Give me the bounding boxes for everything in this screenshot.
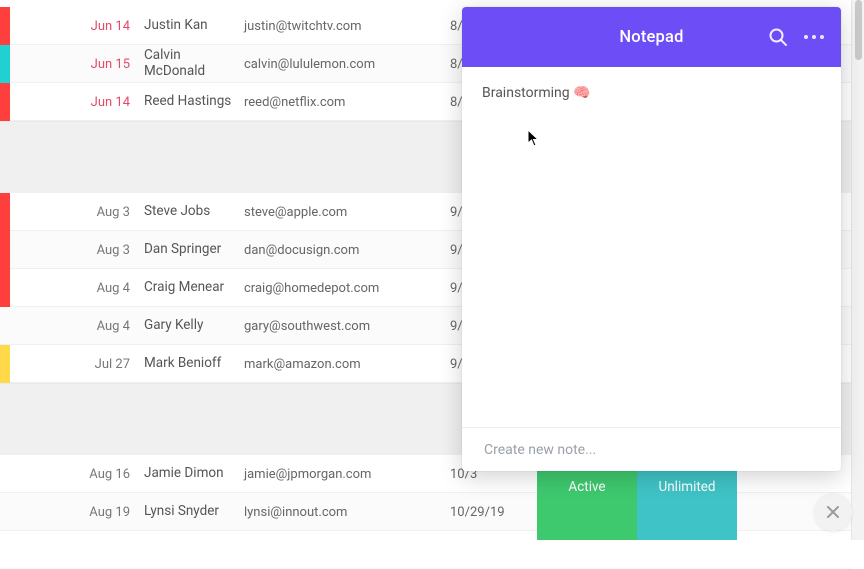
- row-name: Dan Springer: [144, 242, 244, 258]
- note-title: Brainstorming 🧠: [482, 85, 821, 101]
- status-badge-unlimited[interactable]: Unlimited: [637, 467, 737, 540]
- row-date: Aug 4: [14, 281, 144, 296]
- notepad-search-button[interactable]: [767, 26, 789, 48]
- row-name: Steve Jobs: [144, 204, 244, 220]
- row-flag: [0, 493, 10, 531]
- notepad-title: Notepad: [619, 28, 683, 47]
- row-date: Jul 27: [14, 357, 144, 372]
- row-flag: [0, 83, 10, 121]
- notepad-more-button[interactable]: [801, 26, 827, 48]
- new-note-input[interactable]: [484, 442, 819, 458]
- row-name: Jamie Dimon: [144, 466, 244, 482]
- window-scrollbar-thumb[interactable]: [855, 0, 862, 60]
- row-email: dan@docusign.com: [244, 243, 444, 258]
- row-date: Aug 3: [14, 205, 144, 220]
- row-email: craig@homedepot.com: [244, 281, 444, 296]
- search-icon: [768, 27, 788, 47]
- close-icon: [826, 505, 840, 519]
- row-flag: [0, 231, 10, 269]
- row-name: Calvin McDonald: [144, 48, 244, 79]
- notepad-header: Notepad: [462, 7, 841, 67]
- row-date: Aug 19: [14, 505, 144, 520]
- row-date: Aug 3: [14, 243, 144, 258]
- row-email: calvin@lululemon.com: [244, 57, 444, 72]
- row-flag: [0, 269, 10, 307]
- row-email: justin@twitchtv.com: [244, 19, 444, 34]
- status-badge-active[interactable]: Active: [537, 467, 637, 540]
- row-email: jamie@jpmorgan.com: [244, 467, 444, 482]
- row-email: steve@apple.com: [244, 205, 444, 220]
- notepad-panel: Notepad Brainstorming 🧠: [462, 7, 841, 471]
- status-badge-strip: Active Unlimited: [537, 467, 737, 540]
- row-flag: [0, 45, 10, 83]
- row-date: Aug 4: [14, 319, 144, 334]
- status-badge-unlimited-label: Unlimited: [658, 479, 715, 495]
- notepad-body[interactable]: Brainstorming 🧠: [462, 67, 841, 427]
- row-date: Jun 14: [14, 95, 144, 110]
- row-date: Jun 15: [14, 57, 144, 72]
- row-flag: [0, 307, 10, 345]
- row-email: reed@netflix.com: [244, 95, 444, 110]
- mouse-cursor: [527, 129, 541, 147]
- row-date: Aug 16: [14, 467, 144, 482]
- row-name: Lynsi Snyder: [144, 504, 244, 520]
- row-date: Jun 14: [14, 19, 144, 34]
- more-horizontal-icon: [804, 35, 808, 39]
- window-scrollbar[interactable]: [851, 0, 864, 540]
- row-email: gary@southwest.com: [244, 319, 444, 334]
- row-email: lynsi@innout.com: [244, 505, 444, 520]
- row-name: Craig Menear: [144, 280, 244, 296]
- close-button[interactable]: [814, 493, 852, 531]
- status-badge-active-label: Active: [568, 479, 605, 495]
- row-name: Justin Kan: [144, 18, 244, 34]
- row-flag: [0, 193, 10, 231]
- row-email: mark@amazon.com: [244, 357, 444, 372]
- row-name: Gary Kelly: [144, 318, 244, 334]
- row-flag: [0, 7, 10, 45]
- row-flag: [0, 345, 10, 383]
- row-name: Mark Benioff: [144, 356, 244, 372]
- row-flag: [0, 455, 10, 493]
- row-name: Reed Hastings: [144, 94, 244, 110]
- notepad-footer: [462, 427, 841, 471]
